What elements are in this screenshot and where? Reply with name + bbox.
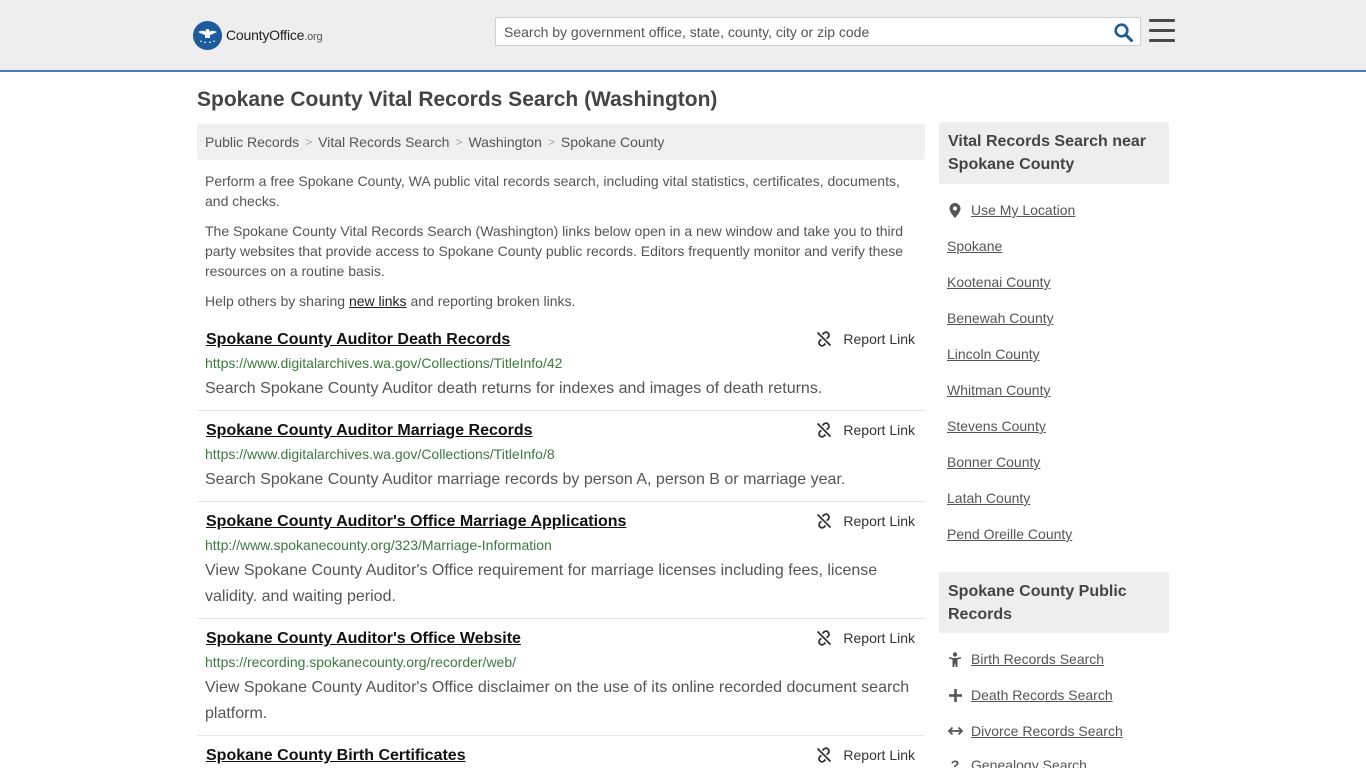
result-url: https://www.digitalarchives.wa.gov/Colle… <box>205 446 555 462</box>
broken-link-icon <box>817 513 832 529</box>
intro-paragraph-2: The Spokane County Vital Records Search … <box>205 223 904 279</box>
result-item: Spokane County Auditor Marriage Records … <box>197 422 925 502</box>
intro-paragraph-1: Perform a free Spokane County, WA public… <box>205 173 900 209</box>
result-description: View Spokane County Auditor's Office dis… <box>205 679 910 722</box>
map-pin-icon <box>947 202 963 218</box>
result-title-link[interactable]: Spokane County Auditor Death Records <box>206 331 510 349</box>
nearby-link-whitman-county[interactable]: Whitman County <box>947 382 1050 398</box>
nearby-link-stevens-county[interactable]: Stevens County <box>947 418 1046 434</box>
split-arrows-icon <box>947 726 963 736</box>
chevron-right-icon: > <box>547 135 555 149</box>
page-title: Spokane County Vital Records Search (Was… <box>197 88 718 111</box>
breadcrumb-spokane-county[interactable]: Spokane County <box>561 134 665 150</box>
chevron-right-icon: > <box>455 135 463 149</box>
report-link-button[interactable]: Report Link <box>816 630 915 646</box>
broken-link-icon <box>817 331 832 347</box>
question-icon: ? <box>950 757 960 768</box>
breadcrumb-vital-records-search[interactable]: Vital Records Search <box>318 134 449 150</box>
result-title-link[interactable]: Spokane County Auditor's Office Website <box>206 630 521 648</box>
birth-records-search-link[interactable]: Birth Records Search <box>947 651 1104 667</box>
sidebar-nearby-heading: Vital Records Search near Spokane County <box>939 122 1169 184</box>
result-item: Spokane County Auditor Death Records Rep… <box>197 331 925 411</box>
nearby-link-latah-county[interactable]: Latah County <box>947 490 1030 506</box>
result-title-link[interactable]: Spokane County Auditor's Office Marriage… <box>206 513 626 531</box>
logo-text: CountyOffice.org <box>226 27 323 43</box>
death-records-search-link[interactable]: Death Records Search <box>947 687 1113 703</box>
nearby-link-pend-oreille-county[interactable]: Pend Oreille County <box>947 526 1072 542</box>
cross-icon <box>947 688 963 702</box>
nearby-link-benewah-county[interactable]: Benewah County <box>947 310 1054 326</box>
intro-paragraph-3: Help others by sharing new links and rep… <box>205 293 576 309</box>
report-link-button[interactable]: Report Link <box>816 331 915 347</box>
broken-link-icon <box>817 422 832 438</box>
search-input[interactable] <box>496 18 1106 45</box>
genealogy-search-link[interactable]: ? Genealogy Search <box>947 757 1087 768</box>
logo-eagle-icon <box>193 20 222 50</box>
broken-link-icon <box>817 630 832 646</box>
divorce-records-search-link[interactable]: Divorce Records Search <box>947 723 1123 739</box>
site-header: CountyOffice.org <box>0 0 1366 72</box>
result-item: Spokane County Auditor's Office Marriage… <box>197 513 925 619</box>
broken-link-icon <box>817 747 832 763</box>
result-description: View Spokane County Auditor's Office req… <box>205 562 878 605</box>
result-title-link[interactable]: Spokane County Birth Certificates <box>206 747 466 765</box>
report-link-button[interactable]: Report Link <box>816 747 915 763</box>
result-url: https://recording.spokanecounty.org/reco… <box>205 654 517 670</box>
nearby-link-lincoln-county[interactable]: Lincoln County <box>947 346 1040 362</box>
result-description: Search Spokane County Auditor marriage r… <box>205 471 846 488</box>
intro-text: Perform a free Spokane County, WA public… <box>205 171 913 321</box>
result-title-link[interactable]: Spokane County Auditor Marriage Records <box>206 422 533 440</box>
sidebar-public-records-heading: Spokane County Public Records <box>939 572 1169 633</box>
result-item: Spokane County Auditor's Office Website … <box>197 630 925 736</box>
report-link-button[interactable]: Report Link <box>816 422 915 438</box>
baby-icon <box>947 651 963 667</box>
breadcrumb-washington[interactable]: Washington <box>468 134 541 150</box>
search-box <box>495 17 1141 46</box>
report-link-button[interactable]: Report Link <box>816 513 915 529</box>
result-url: http://www.spokanecounty.org/323/Marriag… <box>205 537 552 553</box>
search-button[interactable] <box>1110 20 1136 44</box>
result-url: https://www.digitalarchives.wa.gov/Colle… <box>205 355 563 371</box>
site-logo[interactable]: CountyOffice.org <box>193 20 323 50</box>
result-description: Search Spokane County Auditor death retu… <box>205 380 823 397</box>
nearby-link-kootenai-county[interactable]: Kootenai County <box>947 274 1051 290</box>
breadcrumb: Public Records > Vital Records Search > … <box>197 124 925 160</box>
result-item: Spokane County Birth Certificates Report… <box>197 747 925 768</box>
use-my-location-link[interactable]: Use My Location <box>947 202 1075 218</box>
nearby-link-spokane[interactable]: Spokane <box>947 238 1002 254</box>
hamburger-menu-icon[interactable] <box>1149 19 1175 43</box>
new-links-link[interactable]: new links <box>349 293 407 309</box>
breadcrumb-public-records[interactable]: Public Records <box>205 134 299 150</box>
search-icon <box>1113 22 1133 42</box>
nearby-link-bonner-county[interactable]: Bonner County <box>947 454 1040 470</box>
chevron-right-icon: > <box>305 135 313 149</box>
